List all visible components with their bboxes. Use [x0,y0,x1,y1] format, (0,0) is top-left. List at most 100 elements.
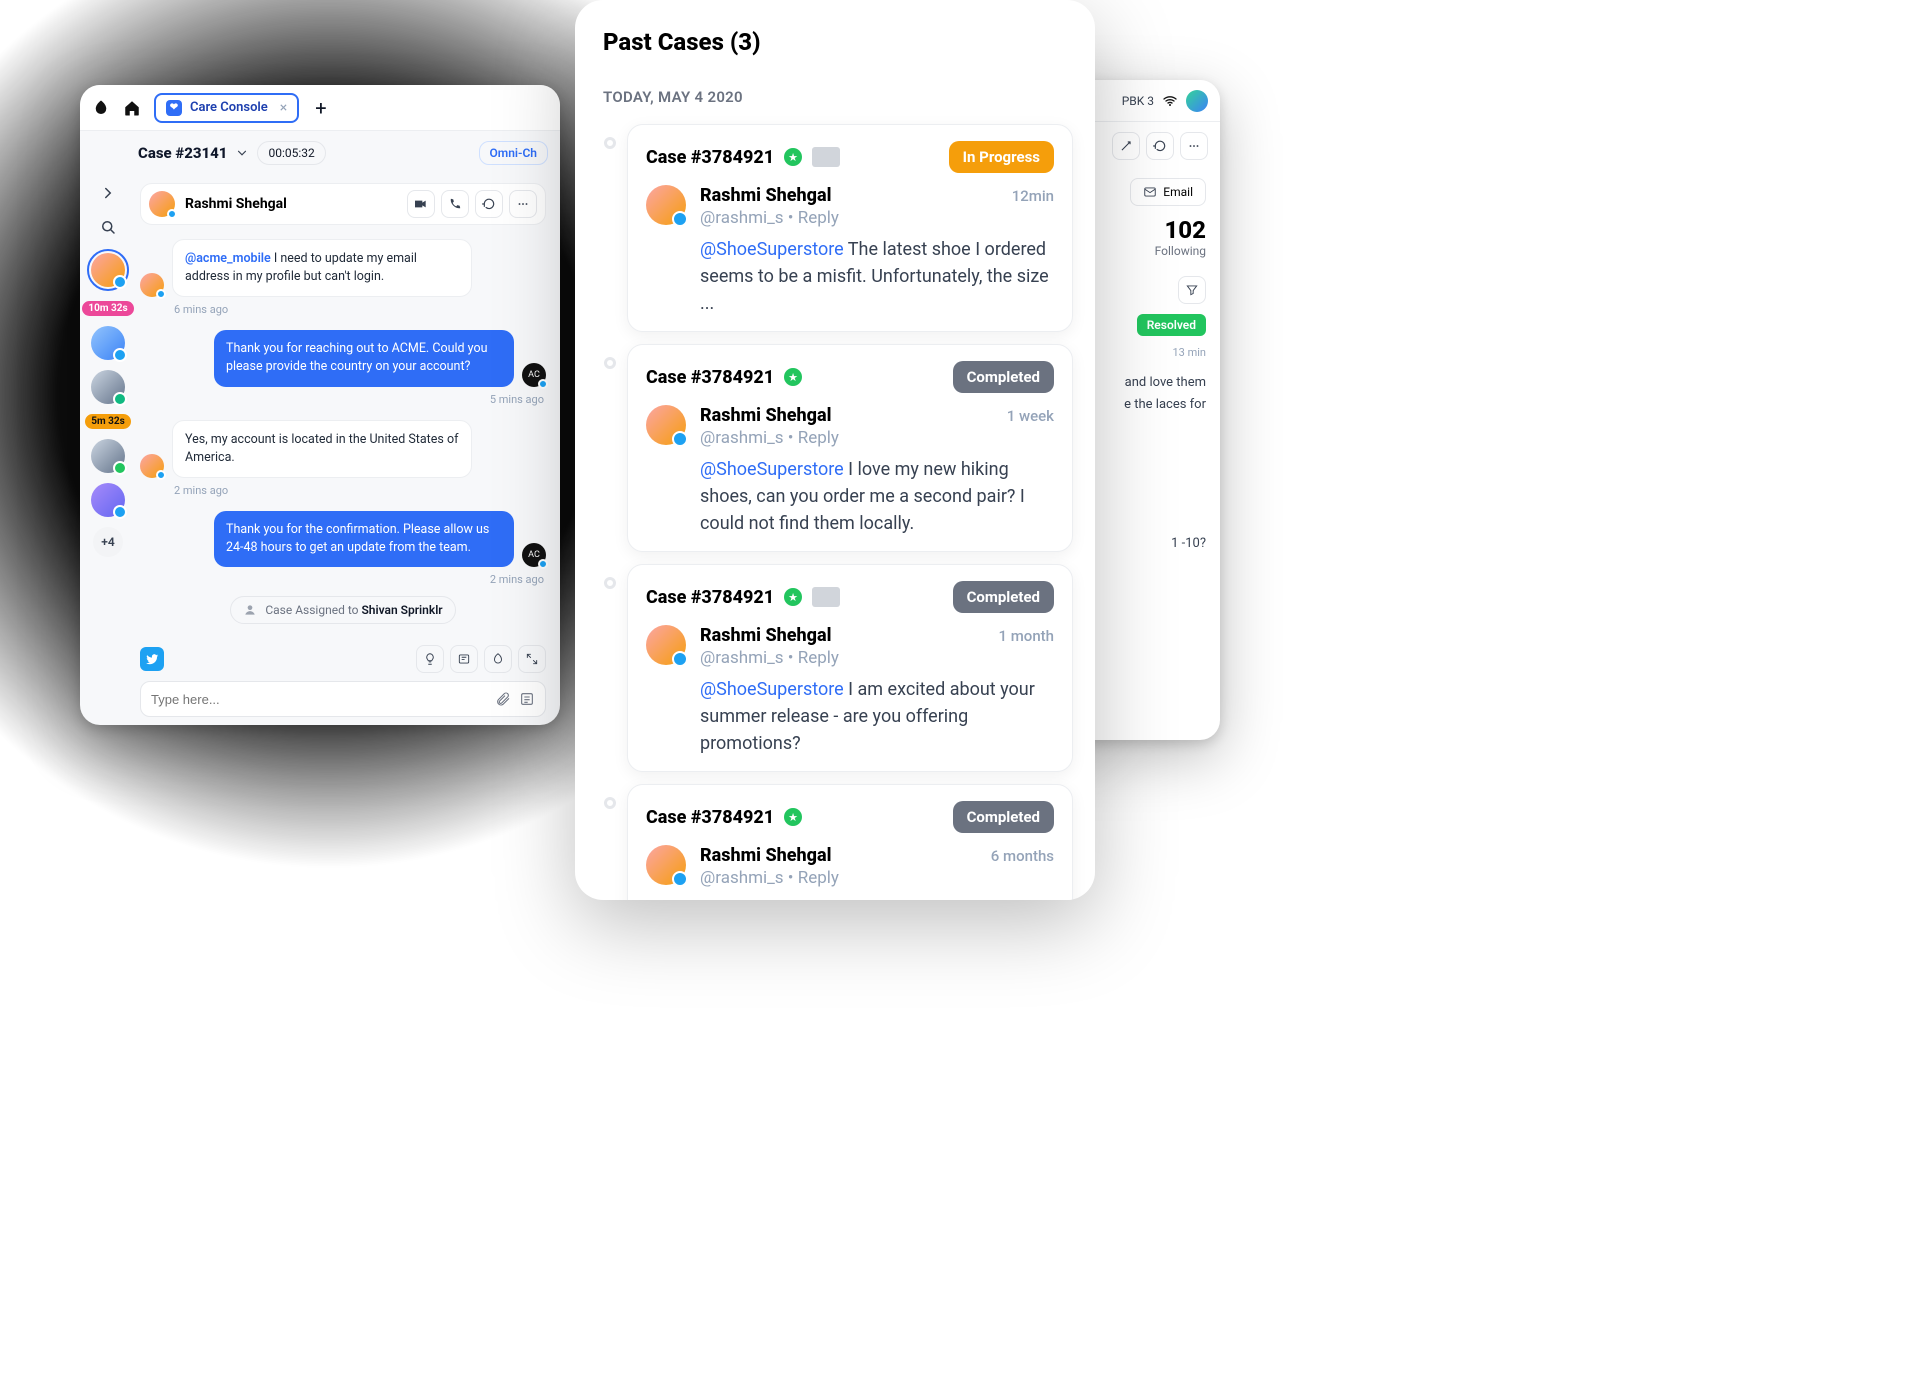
mention[interactable]: @ShoeSuperstore [700,239,844,260]
mention[interactable]: @ShoeSuperstore [700,679,844,700]
sla-badge-red: 10m 32s [82,301,133,316]
case-id[interactable]: Case #23141 [138,144,227,162]
leaf-logo-icon [92,97,110,119]
case-header: Case #23141 00:05:32 Omni-Ch [80,131,560,173]
sla-badge-yellow: 5m 32s [85,414,131,429]
message-in: @acme_mobile I need to update my email a… [140,239,546,297]
chevron-right-icon[interactable] [96,181,120,205]
cases-list: Case #3784921 ★ In Progress Rashmi Shehg… [603,124,1073,900]
macro-icon[interactable] [450,645,478,673]
case-body: Rashmi Shehgal6 months @rashmi_s • Reply… [646,845,1054,900]
case-header-row: Case #3784921 ★ Completed [646,581,1054,613]
tab-care-console[interactable]: ❤ Care Console × [154,93,299,123]
status-resolved: Resolved [1137,314,1206,336]
more-icon[interactable] [509,190,537,218]
case-card[interactable]: Case #3784921 ★ Completed Rashmi Shehgal… [627,344,1073,552]
case-header-row: Case #3784921 ★ Completed [646,361,1054,393]
status-badge: In Progress [949,141,1054,173]
omni-channel-button[interactable]: Omni-Ch [479,141,548,165]
filter-icon[interactable] [1178,276,1206,304]
author-name: Rashmi Shehgal1 week [700,405,1054,426]
refresh-icon[interactable] [475,190,503,218]
case-card[interactable]: Case #3784921 ★ Completed Rashmi Shehgal… [627,564,1073,772]
author-name: Rashmi Shehgal6 months [700,845,1054,866]
search-icon[interactable] [96,215,120,239]
message-input-field[interactable] [151,692,487,707]
timeline-dot-icon [604,577,616,589]
author-name: Rashmi Shehgal1 month [700,625,1054,646]
voice-call-icon[interactable] [441,190,469,218]
case-body: Rashmi Shehgal1 month @rashmi_s • Reply … [646,625,1054,757]
agent-avatar-icon: AC [522,543,546,567]
active-conversation-avatar[interactable] [87,249,129,291]
message-input[interactable] [140,681,546,717]
past-cases-panel: Past Cases (3) TODAY, MAY 4 2020 Case #3… [575,0,1095,900]
user-avatar[interactable] [1186,90,1208,112]
status-badge: Completed [953,801,1054,833]
message-bubble: Thank you for the confirmation. Please a… [214,511,514,567]
case-id: Case #3784921 [646,147,774,168]
chevron-down-icon[interactable] [235,146,249,160]
conversation-avatar[interactable] [91,326,125,360]
more-conversations[interactable]: +4 [93,527,123,557]
conversation-avatar[interactable] [91,370,125,404]
assignment-chip: Case Assigned to Shivan Sprinklr [230,596,455,624]
mention[interactable]: @ShoeSuperstore [700,459,844,480]
elapsed-timer: 00:05:32 [257,141,325,165]
author-handle[interactable]: @rashmi_s • Reply [700,868,1054,888]
video-call-icon[interactable] [407,190,435,218]
author-name: Rashmi Shehgal12min [700,185,1054,206]
status-badge: Completed [953,361,1054,393]
refresh-icon[interactable] [1146,132,1174,160]
case-header-row: Case #3784921 ★ In Progress [646,141,1054,173]
star-icon: ★ [784,368,802,386]
case-header-row: Case #3784921 ★ Completed [646,801,1054,833]
conversation-avatar[interactable] [91,483,125,517]
message-timestamp: 5 mins ago [140,393,544,406]
status-badge: Completed [953,581,1054,613]
close-tab-icon[interactable]: × [280,100,287,116]
case-body: Rashmi Shehgal1 week @rashmi_s • Reply @… [646,405,1054,537]
message-bubble: @acme_mobile I need to update my email a… [172,239,472,297]
more-icon[interactable] [1180,132,1208,160]
avatar-icon [140,273,164,297]
case-card[interactable]: Case #3784921 ★ Completed Rashmi Shehgal… [627,784,1073,900]
network-label: PBK 3 [1122,94,1154,108]
message-in: Yes, my account is located in the United… [140,420,546,478]
email-button[interactable]: Email [1130,178,1206,206]
timeline-dot-icon [604,797,616,809]
avatar-icon [646,405,686,445]
author-handle[interactable]: @rashmi_s • Reply [700,428,1054,448]
leaf-icon[interactable] [484,645,512,673]
age-label: 12min [1012,187,1054,205]
conversation-rail: 10m 32s 5m 32s +4 [80,173,136,725]
author-handle[interactable]: @rashmi_s • Reply [700,648,1054,668]
message-timestamp: 2 mins ago [174,484,546,497]
case-id: Case #3784921 [646,807,774,828]
add-tab-icon[interactable]: + [307,96,334,120]
panel-title: Past Cases (3) [603,28,1073,56]
avatar-icon [140,454,164,478]
conversation-avatar[interactable] [91,439,125,473]
home-icon[interactable] [118,94,146,122]
expand-icon[interactable] [518,645,546,673]
age-label: 1 month [998,627,1054,645]
thumbnail-icon [812,587,840,607]
avatar-icon [646,845,686,885]
mention[interactable]: @ShoeSuperstore [700,899,844,900]
suggest-icon[interactable] [416,645,444,673]
case-card[interactable]: Case #3784921 ★ In Progress Rashmi Shehg… [627,124,1073,332]
attach-icon[interactable] [495,691,511,707]
author-handle[interactable]: @rashmi_s • Reply [700,208,1054,228]
age-label: 1 week [1007,407,1054,425]
timeline-dot-icon [604,137,616,149]
composer [140,633,546,717]
template-icon[interactable] [519,691,535,707]
avatar-icon [646,625,686,665]
twitter-channel-icon[interactable] [140,647,164,671]
heart-icon: ❤ [166,100,182,116]
message-timestamp: 6 mins ago [174,303,546,316]
case-id: Case #3784921 [646,367,774,388]
case-preview: @ShoeSuperstore I need to change the add… [700,896,1054,900]
wand-icon[interactable] [1112,132,1140,160]
